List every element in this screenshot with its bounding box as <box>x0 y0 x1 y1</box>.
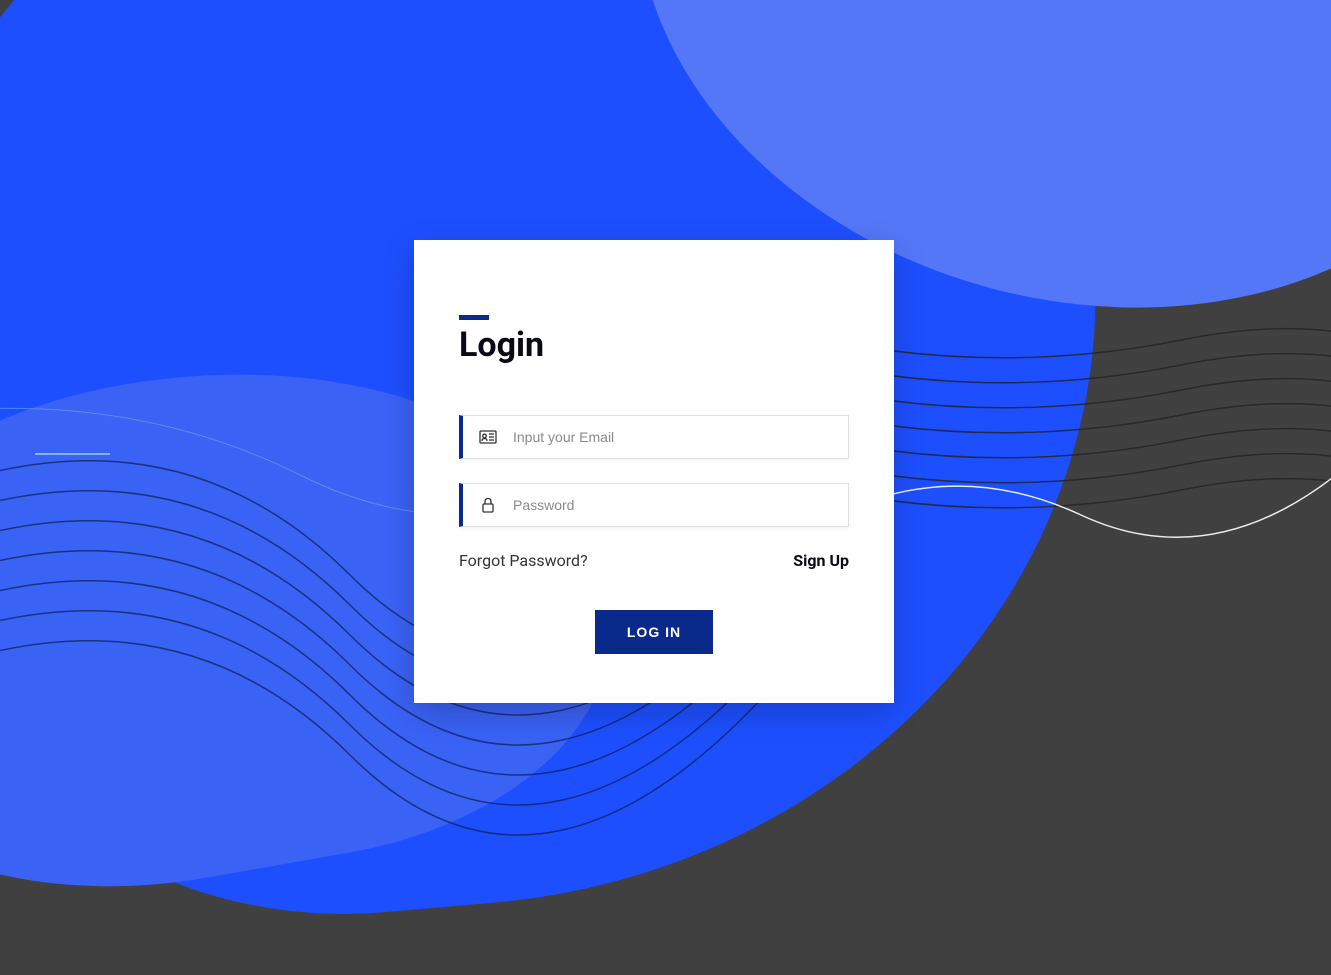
links-row: Forgot Password? Sign Up <box>459 551 849 570</box>
password-input[interactable] <box>513 484 848 526</box>
login-card: Login Forgot Password? Sign Up <box>414 240 894 703</box>
lock-icon <box>463 497 513 513</box>
login-button[interactable]: LOG IN <box>595 610 713 654</box>
password-input-group[interactable] <box>459 483 849 527</box>
forgot-password-link[interactable]: Forgot Password? <box>459 551 588 570</box>
email-input[interactable] <box>513 416 848 458</box>
title-accent-bar <box>459 315 489 320</box>
email-input-group[interactable] <box>459 415 849 459</box>
accent-line <box>35 453 110 455</box>
id-card-icon <box>463 430 513 444</box>
login-title: Login <box>459 325 849 365</box>
signup-link[interactable]: Sign Up <box>793 551 849 570</box>
